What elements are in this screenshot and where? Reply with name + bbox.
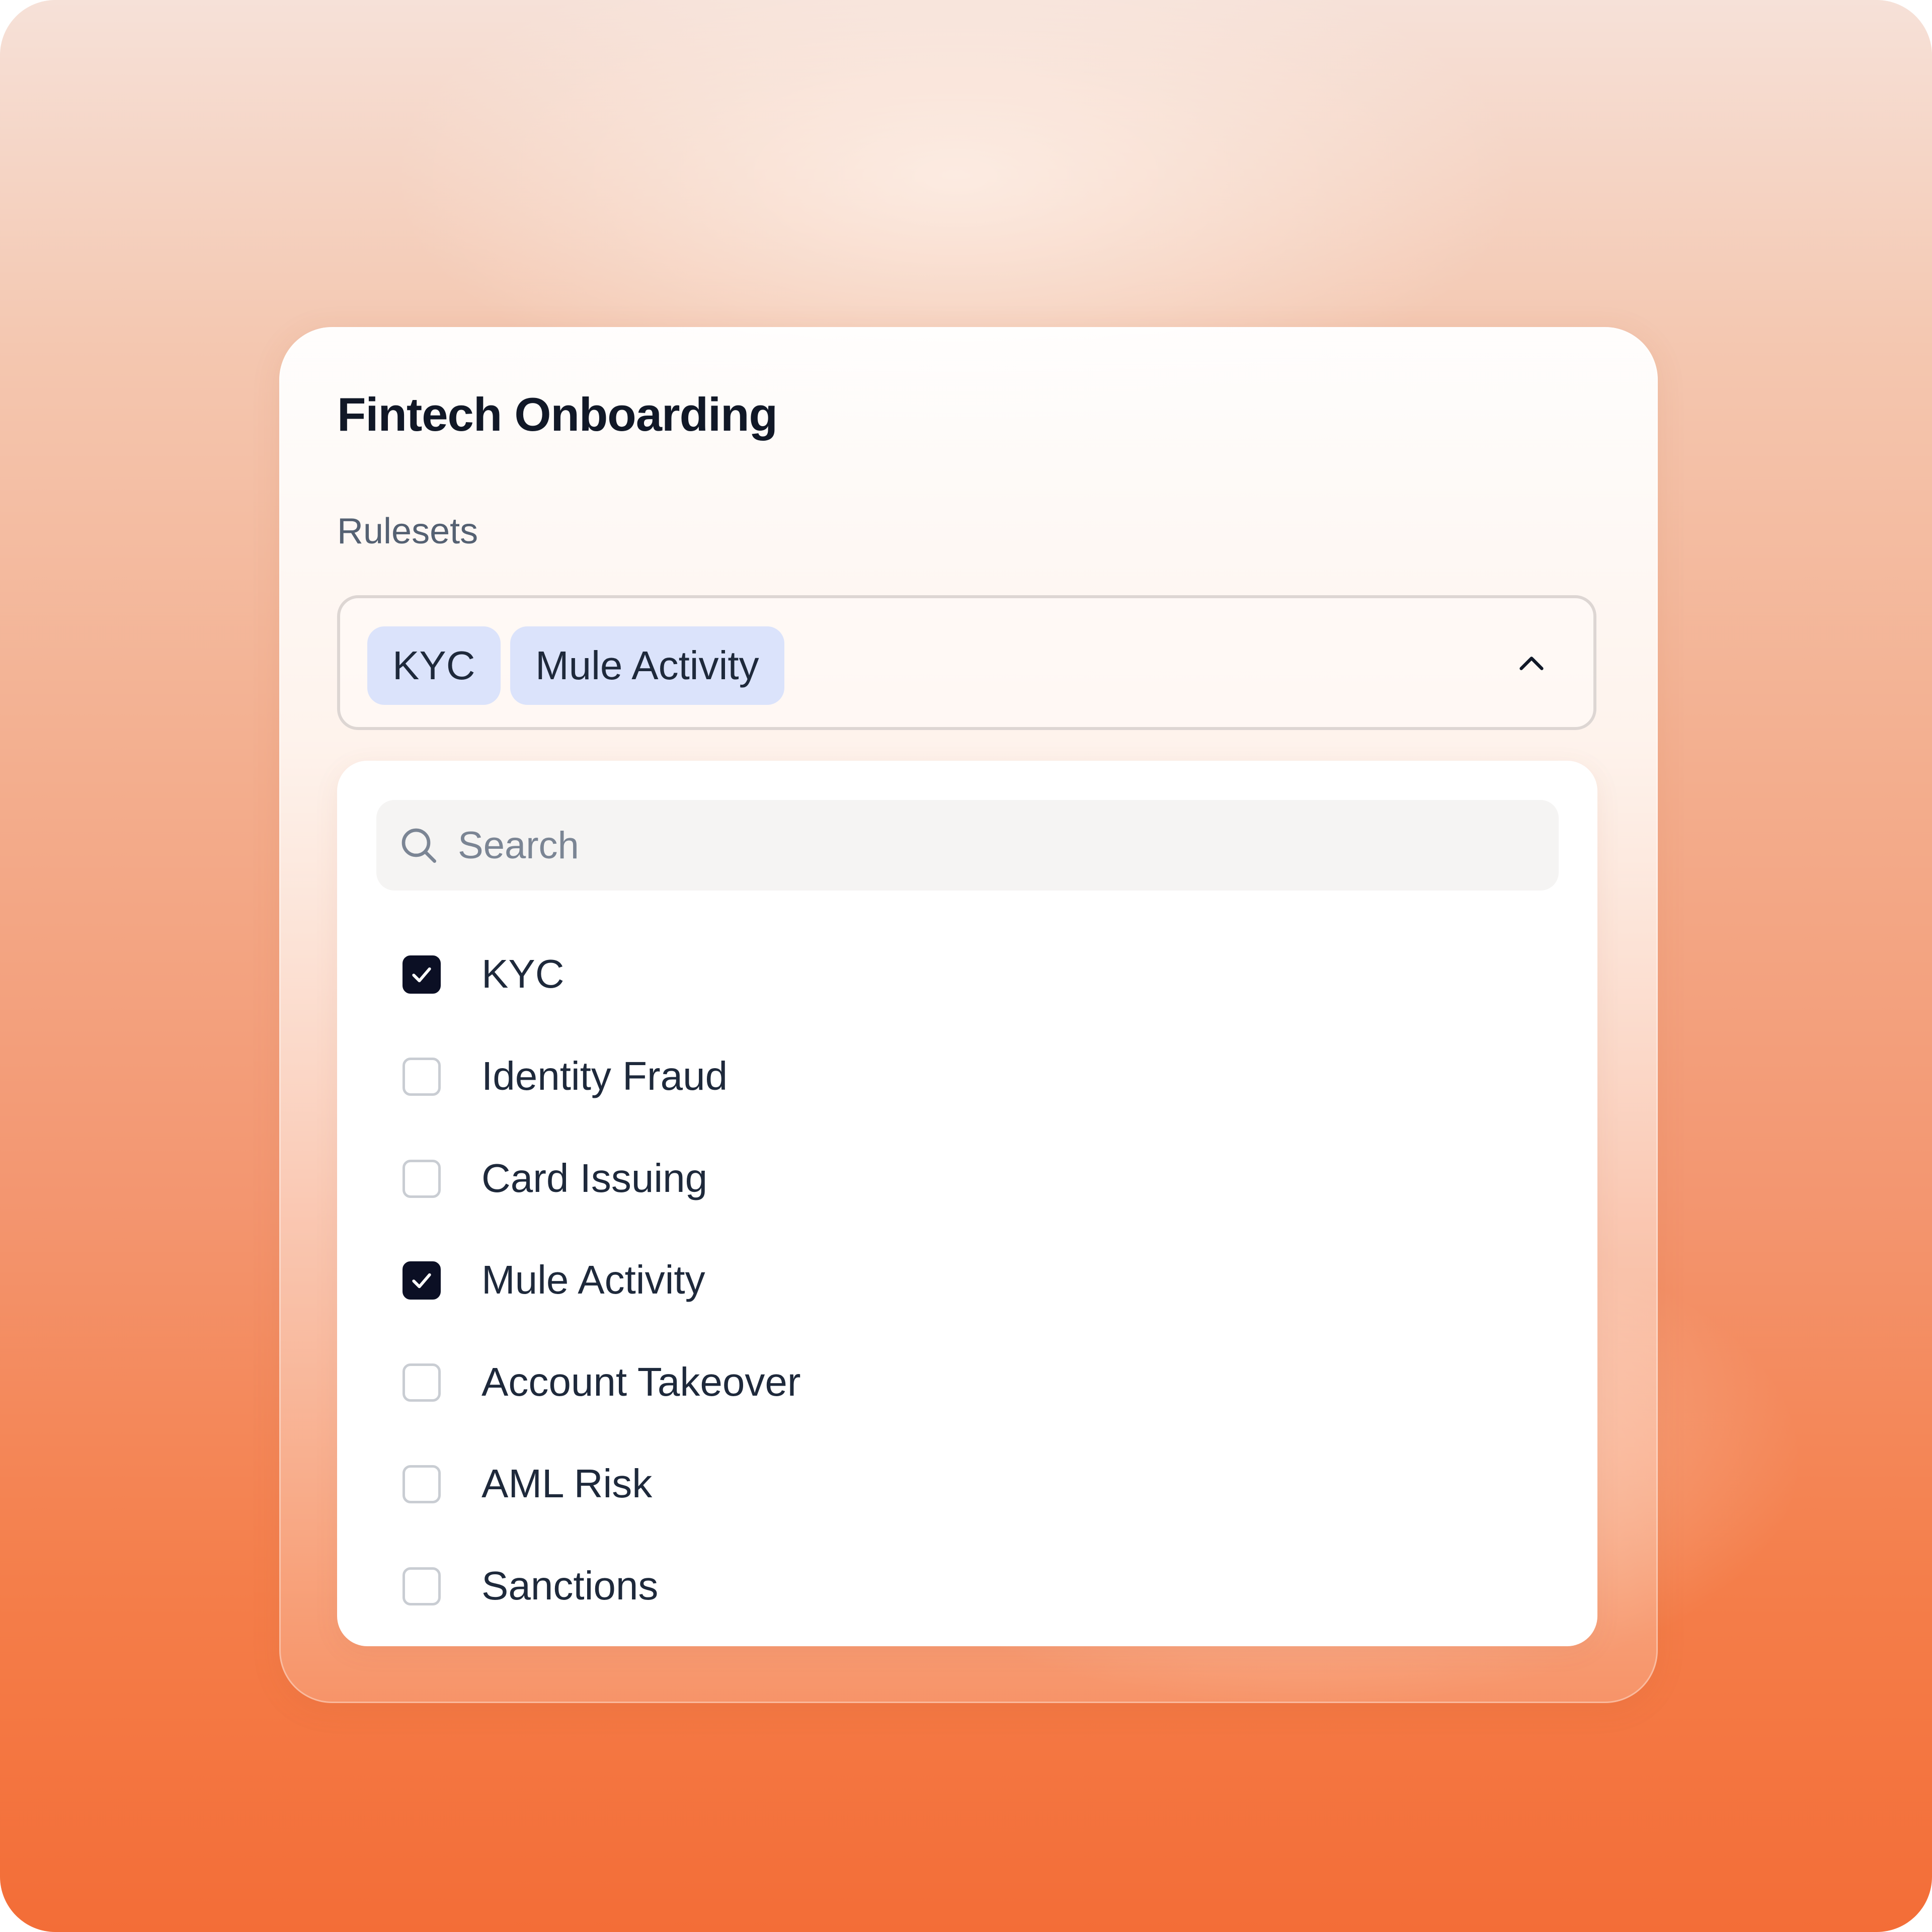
checkbox-sanctions[interactable] — [403, 1567, 441, 1605]
option-mule-activity[interactable]: Mule Activity — [403, 1242, 1535, 1318]
rulesets-multiselect[interactable]: KYC Mule Activity — [337, 595, 1596, 730]
checkbox-card-issuing[interactable] — [403, 1160, 441, 1198]
option-label: Account Takeover — [481, 1359, 801, 1404]
checkbox-kyc[interactable] — [403, 955, 441, 994]
selected-chip-mule-activity[interactable]: Mule Activity — [510, 626, 784, 705]
option-label: AML Risk — [481, 1461, 653, 1506]
option-label: Identity Fraud — [481, 1054, 728, 1098]
option-card-issuing[interactable]: Card Issuing — [403, 1141, 1535, 1216]
option-label: KYC — [481, 951, 565, 996]
option-sanctions[interactable]: Sanctions — [403, 1548, 1535, 1624]
search-box[interactable] — [376, 800, 1559, 891]
checkmark-icon — [412, 1273, 431, 1289]
search-icon — [401, 828, 436, 863]
selected-chip-kyc[interactable]: KYC — [367, 626, 501, 705]
option-label: Sanctions — [481, 1563, 659, 1608]
card-title: Fintech Onboarding — [337, 388, 778, 441]
checkbox-account-takeover[interactable] — [403, 1363, 441, 1402]
chevron-up-icon[interactable] — [1514, 647, 1549, 682]
option-kyc[interactable]: KYC — [403, 936, 1535, 1012]
option-identity-fraud[interactable]: Identity Fraud — [403, 1038, 1535, 1114]
search-input[interactable] — [458, 800, 1514, 891]
gradient-background: Fintech Onboarding Rulesets KYC Mule Act… — [0, 0, 1932, 1932]
checkmark-icon — [412, 967, 431, 983]
checkbox-identity-fraud[interactable] — [403, 1058, 441, 1096]
rulesets-label: Rulesets — [337, 511, 478, 551]
option-label: Card Issuing — [481, 1156, 708, 1200]
checkbox-aml-risk[interactable] — [403, 1465, 441, 1503]
rulesets-dropdown-panel: KYC Identity Fraud Card Issuing Mule Act… — [337, 761, 1597, 1646]
option-account-takeover[interactable]: Account Takeover — [403, 1344, 1535, 1420]
option-label: Mule Activity — [481, 1257, 705, 1302]
option-aml-risk[interactable]: AML Risk — [403, 1446, 1535, 1521]
checkbox-mule-activity[interactable] — [403, 1261, 441, 1300]
